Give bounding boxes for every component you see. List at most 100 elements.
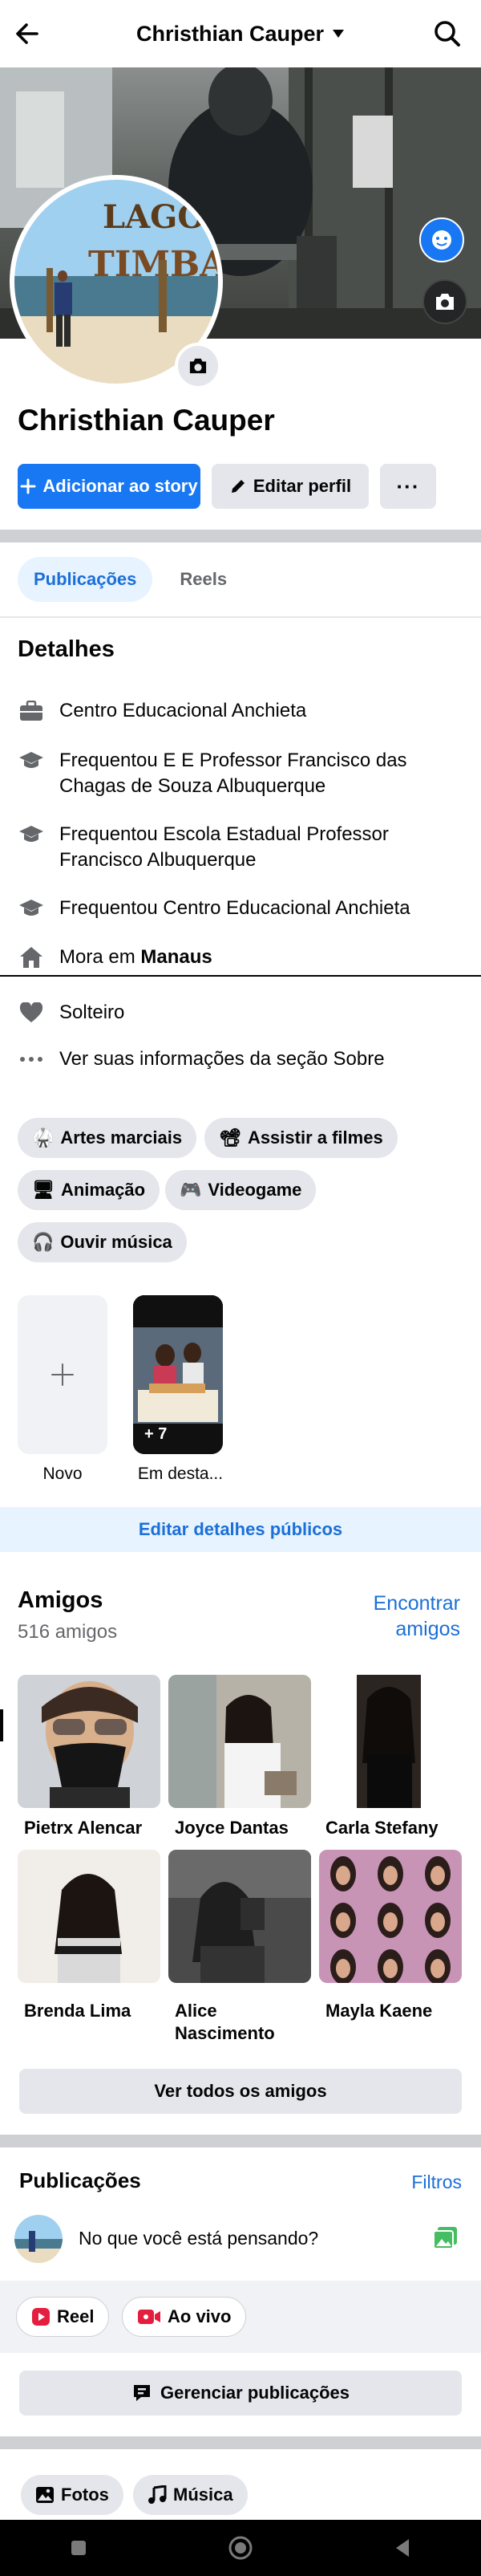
friend-photo[interactable] <box>168 1675 311 1808</box>
music-chip[interactable]: Música <box>133 2475 248 2515</box>
edit-profile-button[interactable]: Editar perfil <box>212 464 369 509</box>
interest-label: Artes marciais <box>60 1128 183 1148</box>
monitor-icon: 🖥 <box>32 1180 55 1200</box>
detail-text: Centro Educacional Anchieta <box>59 700 307 721</box>
smiley-frame-icon <box>432 230 451 250</box>
interest-chip[interactable]: 🖥 Animação <box>18 1170 160 1210</box>
tab-posts[interactable]: Publicações <box>18 557 153 602</box>
home-button-icon[interactable] <box>227 2534 254 2562</box>
detail-item-about[interactable]: Ver suas informações da seção Sobre <box>18 1046 467 1072</box>
back-triangle-icon[interactable] <box>393 2537 412 2558</box>
plus-icon <box>20 478 36 494</box>
camera-icon <box>436 294 454 310</box>
avatar-frame-button[interactable] <box>419 217 464 262</box>
reel-button[interactable]: Reel <box>16 2297 110 2337</box>
reel-label: Reel <box>57 2306 95 2326</box>
svg-text:TIMBAS: TIMBAS <box>88 244 218 285</box>
find-friends-line: Encontrar <box>373 1592 460 1615</box>
reel-icon <box>32 2308 50 2326</box>
detail-text: Frequentou Centro Educacional Anchieta <box>59 897 410 919</box>
photos-icon <box>36 2487 54 2503</box>
pencil-icon <box>231 480 245 493</box>
detail-text: Frequentou Escola Estadual Professor Fra… <box>59 823 389 871</box>
interest-chip[interactable]: 🎧 Ouvir música <box>18 1222 187 1262</box>
live-button[interactable]: Ao vivo <box>122 2297 247 2337</box>
detail-item-relationship[interactable]: Solteiro <box>18 1000 467 1026</box>
friend-avatar <box>18 1675 160 1808</box>
scroll-divider <box>0 975 481 977</box>
plus-icon <box>51 1363 74 1386</box>
recent-apps-icon[interactable] <box>69 2538 88 2558</box>
interest-label: Ouvir música <box>60 1232 172 1252</box>
caret-down-icon <box>333 30 345 38</box>
search-icon[interactable] <box>431 18 463 50</box>
more-options-button[interactable]: ··· <box>380 464 436 509</box>
graduation-cap-icon <box>18 822 45 847</box>
composer[interactable]: No que você está pensando? <box>0 2207 481 2271</box>
friend-name[interactable]: Alice Nascimento <box>175 2000 295 2045</box>
manage-posts-button[interactable]: Gerenciar publicações <box>19 2371 462 2416</box>
tab-reels[interactable]: Reels <box>164 557 243 602</box>
section-divider <box>0 2436 481 2449</box>
photo-icon[interactable] <box>433 2226 459 2250</box>
martial-arts-icon: 🥋 <box>32 1128 55 1148</box>
posts-title: Publicações <box>19 2168 141 2192</box>
friend-name[interactable]: Mayla Kaene <box>325 2000 468 2022</box>
camera-icon <box>189 358 207 374</box>
friend-avatar <box>168 1850 311 1983</box>
interest-chip[interactable]: 🎮 Videogame <box>165 1170 317 1210</box>
new-highlight-label: Novo <box>42 1465 83 1483</box>
friend-avatar <box>168 1675 311 1808</box>
composer-avatar <box>14 2215 63 2263</box>
section-divider <box>0 2135 481 2147</box>
friend-avatar <box>321 1675 463 1808</box>
cover-camera-button[interactable] <box>422 279 467 324</box>
detail-item-education[interactable]: Frequentou E E Professor Francisco das C… <box>18 748 467 799</box>
see-all-friends-button[interactable]: Ver todos os amigos <box>19 2069 462 2114</box>
detail-city: Manaus <box>140 946 212 968</box>
composer-input[interactable]: No que você está pensando? <box>79 2228 318 2249</box>
featured-highlight-card[interactable]: + 7 <box>133 1295 223 1454</box>
see-all-friends-label: Ver todos os amigos <box>154 2081 327 2101</box>
friend-photo[interactable] <box>319 1850 462 1983</box>
detail-text: Solteiro <box>59 1002 125 1023</box>
profile-camera-button[interactable] <box>175 343 221 389</box>
interest-label: Videogame <box>208 1180 302 1200</box>
interest-chip[interactable]: 🥋 Artes marciais <box>18 1118 197 1158</box>
detail-item-city[interactable]: Mora em Manaus <box>18 945 467 970</box>
profile-actions: Adicionar ao story Editar perfil ··· <box>18 464 436 509</box>
find-friends-link[interactable]: Encontrar amigos <box>374 1591 460 1642</box>
profile-switcher[interactable]: Christhian Cauper <box>136 22 345 47</box>
tab-divider <box>0 616 481 618</box>
friend-name[interactable]: Pietrx Alencar <box>24 1817 167 1839</box>
detail-item-education[interactable]: Frequentou Escola Estadual Professor Fra… <box>18 822 467 873</box>
friend-photo[interactable] <box>18 1850 160 1983</box>
detail-item-education[interactable]: Frequentou Centro Educacional Anchieta <box>18 896 467 921</box>
friend-photo[interactable] <box>18 1675 160 1808</box>
friend-photo[interactable] <box>321 1675 463 1808</box>
live-label: Ao vivo <box>168 2306 232 2326</box>
back-arrow-icon[interactable] <box>11 18 43 50</box>
ellipsis-icon <box>18 1046 45 1072</box>
photos-chip[interactable]: Fotos <box>21 2475 123 2515</box>
headphones-icon: 🎧 <box>32 1232 55 1252</box>
friend-name[interactable]: Carla Stefany <box>325 1817 468 1839</box>
edge-marker <box>0 1709 3 1741</box>
profile-name: Christhian Cauper <box>18 404 275 437</box>
friend-name[interactable]: Brenda Lima <box>24 2000 167 2022</box>
graduation-cap-icon <box>18 748 45 774</box>
detail-text: Frequentou E E Professor Francisco das C… <box>59 750 407 797</box>
heart-icon <box>18 1000 45 1026</box>
friends-title: Amigos <box>18 1587 103 1613</box>
edit-public-details-button[interactable]: Editar detalhes públicos <box>0 1507 481 1552</box>
friend-avatar <box>18 1850 160 1983</box>
friend-photo[interactable] <box>168 1850 311 1983</box>
filters-link[interactable]: Filtros <box>411 2172 462 2193</box>
add-story-button[interactable]: Adicionar ao story <box>18 464 200 509</box>
home-icon <box>18 945 45 970</box>
details-title: Detalhes <box>18 636 115 662</box>
friend-name[interactable]: Joyce Dantas <box>175 1817 317 1839</box>
interest-chip[interactable]: 📽 Assistir a filmes <box>204 1118 398 1158</box>
new-highlight-card[interactable] <box>18 1295 107 1454</box>
detail-item-work[interactable]: Centro Educacional Anchieta <box>18 698 467 724</box>
